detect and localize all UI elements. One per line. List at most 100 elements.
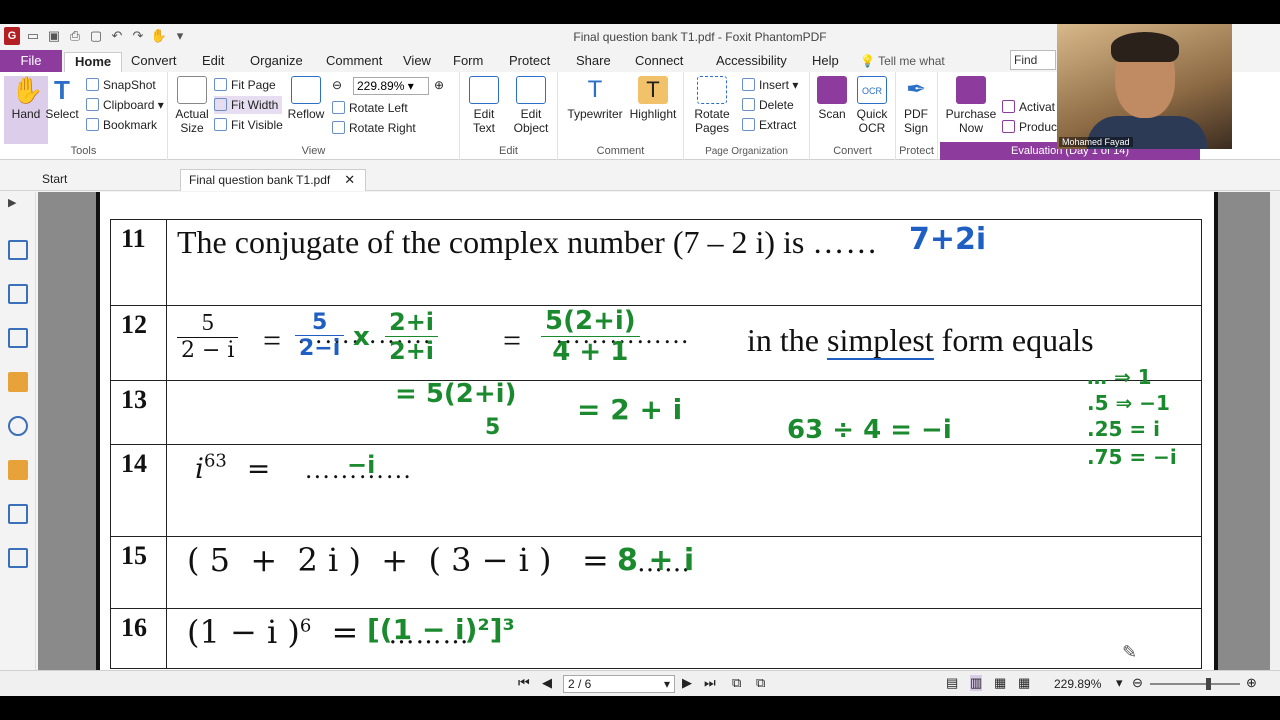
vertical-scrollbar[interactable] <box>1270 192 1280 670</box>
scan-button[interactable]: Scan <box>810 76 854 121</box>
previous-view-icon[interactable]: ⧉ <box>732 675 741 691</box>
print-icon[interactable]: ⎙ <box>67 27 83 45</box>
handwritten-fraction: 5 2−i <box>295 310 345 361</box>
document-viewport[interactable]: 11 The conjugate of the complex number (… <box>38 192 1270 670</box>
tab-comment[interactable]: Comment <box>326 52 382 72</box>
activate-button[interactable]: Activat <box>1002 98 1055 116</box>
exponent: 6 <box>299 615 312 637</box>
tab-home[interactable]: Home <box>64 52 123 72</box>
zoom-slider-handle[interactable] <box>1206 678 1211 690</box>
product-button[interactable]: Produc <box>1002 118 1057 136</box>
clipboard-button[interactable]: Clipboard ▾ <box>86 96 164 114</box>
close-icon[interactable]: ✕ <box>344 172 355 187</box>
zoom-dropdown-icon[interactable]: ▾ <box>1116 675 1123 691</box>
pages-icon[interactable] <box>8 240 28 260</box>
tell-me-box[interactable]: 💡 Tell me what <box>860 54 945 68</box>
handwritten-result: = 2 + i <box>577 393 683 426</box>
bookmarks-icon[interactable] <box>8 328 28 348</box>
tab-edit[interactable]: Edit <box>202 52 224 72</box>
tab-help[interactable]: Help <box>812 52 839 72</box>
zoom-in-icon[interactable]: ⊕ <box>434 76 444 94</box>
new-icon[interactable]: ▢ <box>88 27 104 45</box>
fit-visible-button[interactable]: Fit Visible <box>214 116 283 134</box>
tab-document[interactable]: Final question bank T1.pdf ✕ <box>180 169 366 191</box>
facing-page-icon[interactable]: ▦ <box>994 675 1006 691</box>
pencil-icon[interactable]: ✎ <box>1122 642 1137 663</box>
content-icon[interactable] <box>8 504 28 524</box>
question-text: = 5(2+i) 5 = 2 + i 63 ÷ 4 = −i … ⇒ 1 .5 … <box>166 365 1202 445</box>
tab-start[interactable]: Start <box>34 169 75 191</box>
continuous-page-icon[interactable]: ▥ <box>970 675 983 691</box>
tab-connect[interactable]: Connect <box>635 52 683 72</box>
zoom-level[interactable]: 229.89% <box>1054 677 1101 691</box>
question-table: 11 The conjugate of the complex number (… <box>110 219 1202 669</box>
tab-accessibility[interactable]: Accessibility <box>716 52 787 72</box>
rotate-left-button[interactable]: Rotate Left <box>332 99 408 117</box>
pdf-sign-button[interactable]: ✒ PDF Sign <box>896 76 936 135</box>
zoom-out-icon[interactable]: ⊖ <box>1132 675 1143 691</box>
first-page-icon[interactable]: ⏮ <box>518 675 530 691</box>
group-tools: ✋ Hand T Select SnapShot Clipboard ▾ Boo… <box>0 72 168 160</box>
previous-page-icon[interactable]: ◀ <box>542 675 552 691</box>
hand-tool-icon[interactable]: ✋ <box>151 27 167 45</box>
quick-ocr-button[interactable]: OCR Quick OCR <box>850 76 894 135</box>
layers-icon[interactable] <box>8 284 28 304</box>
last-page-icon[interactable]: ⏭ <box>704 675 716 691</box>
comment-group-label: Comment <box>596 145 645 157</box>
next-view-icon[interactable]: ⧉ <box>756 675 765 691</box>
question-number: 16 <box>110 608 167 669</box>
edit-text-button[interactable]: Edit Text <box>462 76 506 135</box>
delete-button[interactable]: Delete <box>742 96 794 114</box>
reflow-button[interactable]: Reflow <box>284 76 328 121</box>
fit-width-button[interactable]: Fit Width <box>214 96 283 114</box>
rotate-right-icon <box>332 121 345 134</box>
find-input[interactable]: Find <box>1010 50 1056 70</box>
next-page-icon[interactable]: ▶ <box>682 675 692 691</box>
extract-button[interactable]: Extract <box>742 116 796 134</box>
rotate-right-button[interactable]: Rotate Right <box>332 119 416 137</box>
customize-icon[interactable]: ▾ <box>172 27 188 45</box>
expand-panel-icon[interactable]: ▶ <box>8 196 28 216</box>
undo-icon[interactable]: ↶ <box>109 27 125 45</box>
purchase-now-button[interactable]: Purchase Now <box>944 76 998 135</box>
select-button[interactable]: T Select <box>40 76 84 121</box>
wrench-icon[interactable] <box>8 548 28 568</box>
open-icon[interactable]: ▭ <box>25 27 41 45</box>
rotate-right-label: Rotate Right <box>349 121 416 135</box>
typewriter-button[interactable]: T Typewriter <box>564 76 626 121</box>
comments-icon[interactable] <box>8 372 28 392</box>
tab-share[interactable]: Share <box>576 52 611 72</box>
highlight-button[interactable]: T Highlight <box>626 76 680 121</box>
handwritten-rule: .25 = i <box>1087 417 1160 441</box>
tab-file[interactable]: File <box>0 50 62 72</box>
tab-form[interactable]: Form <box>453 52 483 72</box>
actual-size-button[interactable]: Actual Size <box>170 76 214 135</box>
zoom-slider[interactable] <box>1150 678 1240 690</box>
single-page-icon[interactable]: ▤ <box>946 675 958 691</box>
quick-ocr-label: Quick OCR <box>856 107 888 135</box>
tab-convert[interactable]: Convert <box>131 52 177 72</box>
ocr-icon: OCR <box>857 76 887 104</box>
pdf-page: 11 The conjugate of the complex number (… <box>96 192 1218 670</box>
lock-icon[interactable] <box>8 460 28 480</box>
page-number-input[interactable]: 2 / 6 ▾ <box>563 675 675 693</box>
insert-button[interactable]: Insert ▾ <box>742 76 798 94</box>
tab-view[interactable]: View <box>403 52 431 72</box>
actual-size-icon <box>177 76 207 104</box>
save-icon[interactable]: ▣ <box>46 27 62 45</box>
snapshot-button[interactable]: SnapShot <box>86 76 156 94</box>
attachments-icon[interactable] <box>8 416 28 436</box>
table-row: 16 (1 − i )6 = ……… [(1 − i)²]³ <box>110 608 1202 669</box>
table-row: 14 i63 = ………… −i .75 = −i <box>110 444 1202 537</box>
tab-protect[interactable]: Protect <box>509 52 550 72</box>
edit-object-button[interactable]: Edit Object <box>506 76 556 135</box>
fit-page-button[interactable]: Fit Page <box>214 76 276 94</box>
zoom-in-icon[interactable]: ⊕ <box>1246 675 1257 691</box>
zoom-select[interactable]: 229.89% ▾ <box>353 77 429 95</box>
redo-icon[interactable]: ↷ <box>130 27 146 45</box>
continuous-facing-icon[interactable]: ▦ <box>1018 675 1030 691</box>
bookmark-button[interactable]: Bookmark <box>86 116 157 134</box>
tab-organize[interactable]: Organize <box>250 52 303 72</box>
zoom-out-icon[interactable]: ⊖ <box>332 76 342 94</box>
rotate-pages-button[interactable]: Rotate Pages <box>686 76 738 135</box>
